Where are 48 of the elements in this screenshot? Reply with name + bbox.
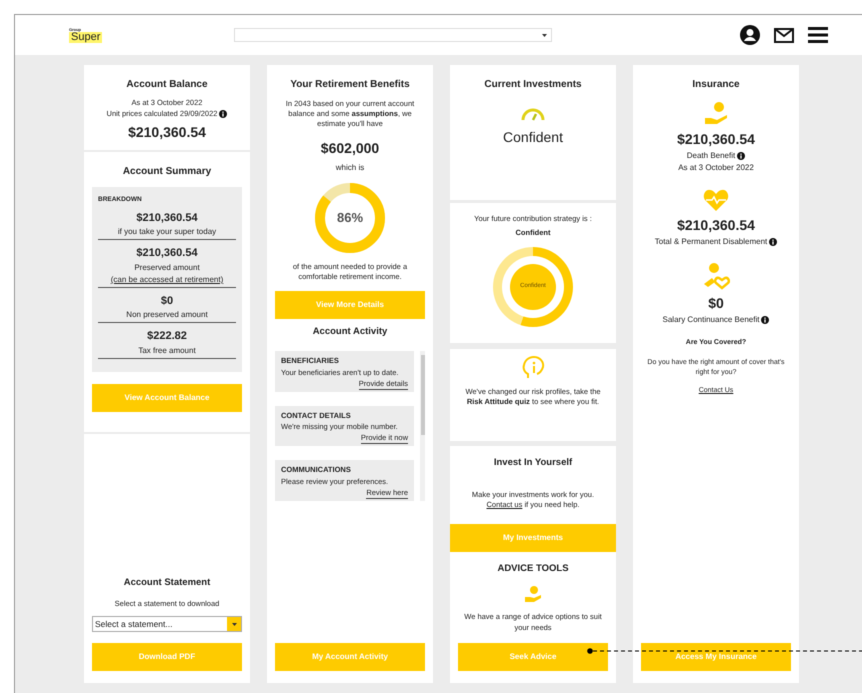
summary-label: if you take your super today xyxy=(118,226,216,238)
summary-label: Non preserved amount xyxy=(126,309,208,322)
caret-icon xyxy=(232,622,236,626)
card-title: Your Retirement Benefits xyxy=(290,78,410,92)
info-icon[interactable] xyxy=(761,316,770,324)
cover-amount: $0 xyxy=(708,294,724,313)
percent-text: 86% xyxy=(336,210,364,226)
card-title: Account Balance xyxy=(126,78,208,92)
card-title: Insurance xyxy=(692,78,740,92)
profile-icon[interactable] xyxy=(740,25,760,45)
gauge-icon xyxy=(520,106,546,122)
info-icon[interactable] xyxy=(737,152,746,160)
cover-label: Death Benefit xyxy=(686,150,746,162)
summary-amount: $210,360.54 xyxy=(136,210,198,226)
cover-amount: $210,360.54 xyxy=(677,216,755,235)
retirement-amount: $602,000 xyxy=(320,139,380,158)
summary-label: Tax free amount xyxy=(138,344,196,357)
card-title: ADVICE TOOLS xyxy=(497,562,569,576)
scrollbar[interactable] xyxy=(420,351,425,502)
summary-amount: $0 xyxy=(160,294,174,309)
cover-amount: $210,360.54 xyxy=(677,130,755,149)
caret-icon xyxy=(542,34,547,36)
info-icon[interactable] xyxy=(219,110,228,118)
card-title: Account Statement xyxy=(124,576,210,590)
cover-label: Total & Permanent Disablement xyxy=(654,236,778,248)
mail-icon[interactable] xyxy=(774,28,794,42)
card-title: Invest In Yourself xyxy=(494,456,572,470)
salary-heart-icon xyxy=(702,262,730,290)
summary-label: Preserved amount xyxy=(134,262,200,274)
which-is-text: which is xyxy=(336,162,364,174)
statement-select[interactable]: Select a statement... xyxy=(92,616,242,632)
cover-label: Salary Continuance Benefit xyxy=(662,314,770,326)
hand-coin-icon xyxy=(702,100,729,126)
info-icon[interactable] xyxy=(769,238,778,246)
card-title: Account Activity xyxy=(312,325,388,339)
card-title: Current Investments xyxy=(484,78,582,92)
heartbeat-icon xyxy=(703,188,729,212)
head-info-icon xyxy=(520,355,546,381)
card-title: Account Summary xyxy=(122,165,212,179)
cover-date: As at 3 October 2022 xyxy=(678,162,754,174)
logo-text: Super xyxy=(69,32,102,42)
menu-icon[interactable] xyxy=(808,27,828,43)
advice-icon xyxy=(524,584,542,602)
retirement-access-link[interactable]: (can be accessed at retirement) xyxy=(110,274,224,286)
summary-amount: $210,360.54 xyxy=(136,246,198,262)
summary-amount: $222.82 xyxy=(147,329,187,344)
balance-amount: $210,360.54 xyxy=(128,122,206,142)
investment-profile: Confident xyxy=(503,128,563,147)
